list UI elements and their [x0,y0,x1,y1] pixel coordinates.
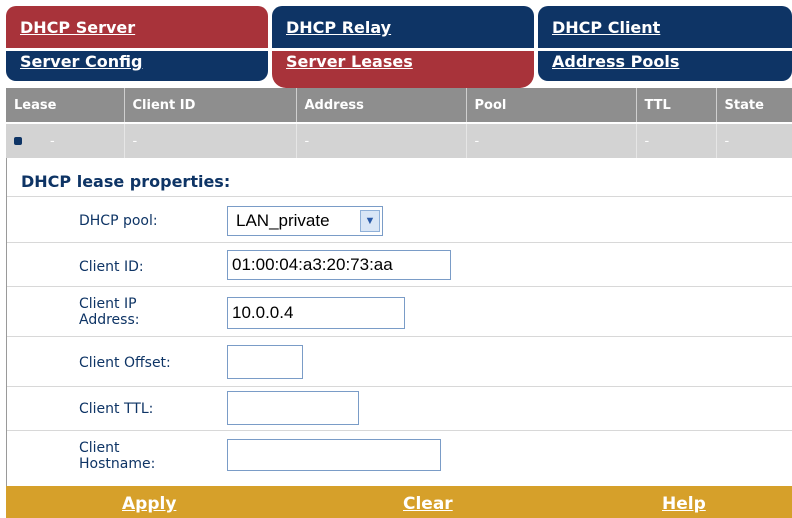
column-header-pool: Pool [466,88,637,123]
table-cell-client-id: - [124,122,297,158]
column-header-state: State [716,88,792,123]
subtab-address-pools[interactable]: Address Pools [538,51,792,81]
subtab-server-config[interactable]: Server Config [6,51,268,81]
column-header-lease: Lease [6,88,125,123]
column-header-ttl: TTL [636,88,717,123]
table-cell-ttl: - [636,122,717,158]
lease-table: Lease Client ID Address Pool TTL State -… [6,88,792,158]
row-divider [7,430,792,431]
tab-dhcp-server[interactable]: DHCP Server [6,6,268,48]
tab-dhcp-relay[interactable]: DHCP Relay [272,6,534,48]
clear-link[interactable]: Clear [403,494,453,514]
tab-dhcp-client[interactable]: DHCP Client [538,6,792,48]
table-cell-address: - [296,122,467,158]
table-cell-text: - [50,133,55,149]
apply-link[interactable]: Apply [122,494,176,514]
row-divider [7,386,792,387]
client-hostname-label-line2: Hostname: [79,456,156,472]
client-offset-input[interactable] [227,345,303,379]
lease-table-header: Lease Client ID Address Pool TTL State [6,88,792,123]
client-id-input[interactable] [227,250,451,280]
client-hostname-input[interactable] [227,439,441,471]
client-ip-input[interactable] [227,297,405,329]
chevron-down-icon[interactable]: ▼ [360,210,380,232]
client-hostname-label: Client Hostname: [79,440,155,472]
row-divider [7,196,792,197]
panel-title: DHCP lease properties: [21,172,231,191]
row-select-radio[interactable] [14,137,22,145]
column-header-client-id: Client ID [124,88,297,123]
dhcp-pool-selected-value: LAN_private [236,211,330,230]
client-offset-label: Client Offset: [79,355,171,371]
row-divider [7,242,792,243]
table-row[interactable]: - - - - - - [6,122,792,158]
dhcp-pool-select[interactable]: LAN_private ▼ [227,206,383,236]
column-header-address: Address [296,88,467,123]
client-ttl-input[interactable] [227,391,359,425]
table-cell-state: - [716,122,792,158]
lease-properties-panel: DHCP lease properties: DHCP pool: LAN_pr… [6,158,792,486]
client-hostname-label-line1: Client [79,440,120,456]
table-cell-lease[interactable]: - [6,122,125,158]
pool-label: DHCP pool: [79,213,158,229]
client-ip-label-line1: Client IP [79,296,137,312]
table-cell-pool: - [466,122,637,158]
action-bar: Apply Clear Help [6,486,792,518]
client-ip-label: Client IP Address: [79,296,139,328]
row-divider [7,286,792,287]
client-ttl-label: Client TTL: [79,401,154,417]
help-link[interactable]: Help [662,494,706,514]
client-id-label: Client ID: [79,259,144,275]
client-ip-label-line2: Address: [79,312,140,328]
row-divider [7,336,792,337]
subtab-server-leases[interactable]: Server Leases [272,51,534,88]
